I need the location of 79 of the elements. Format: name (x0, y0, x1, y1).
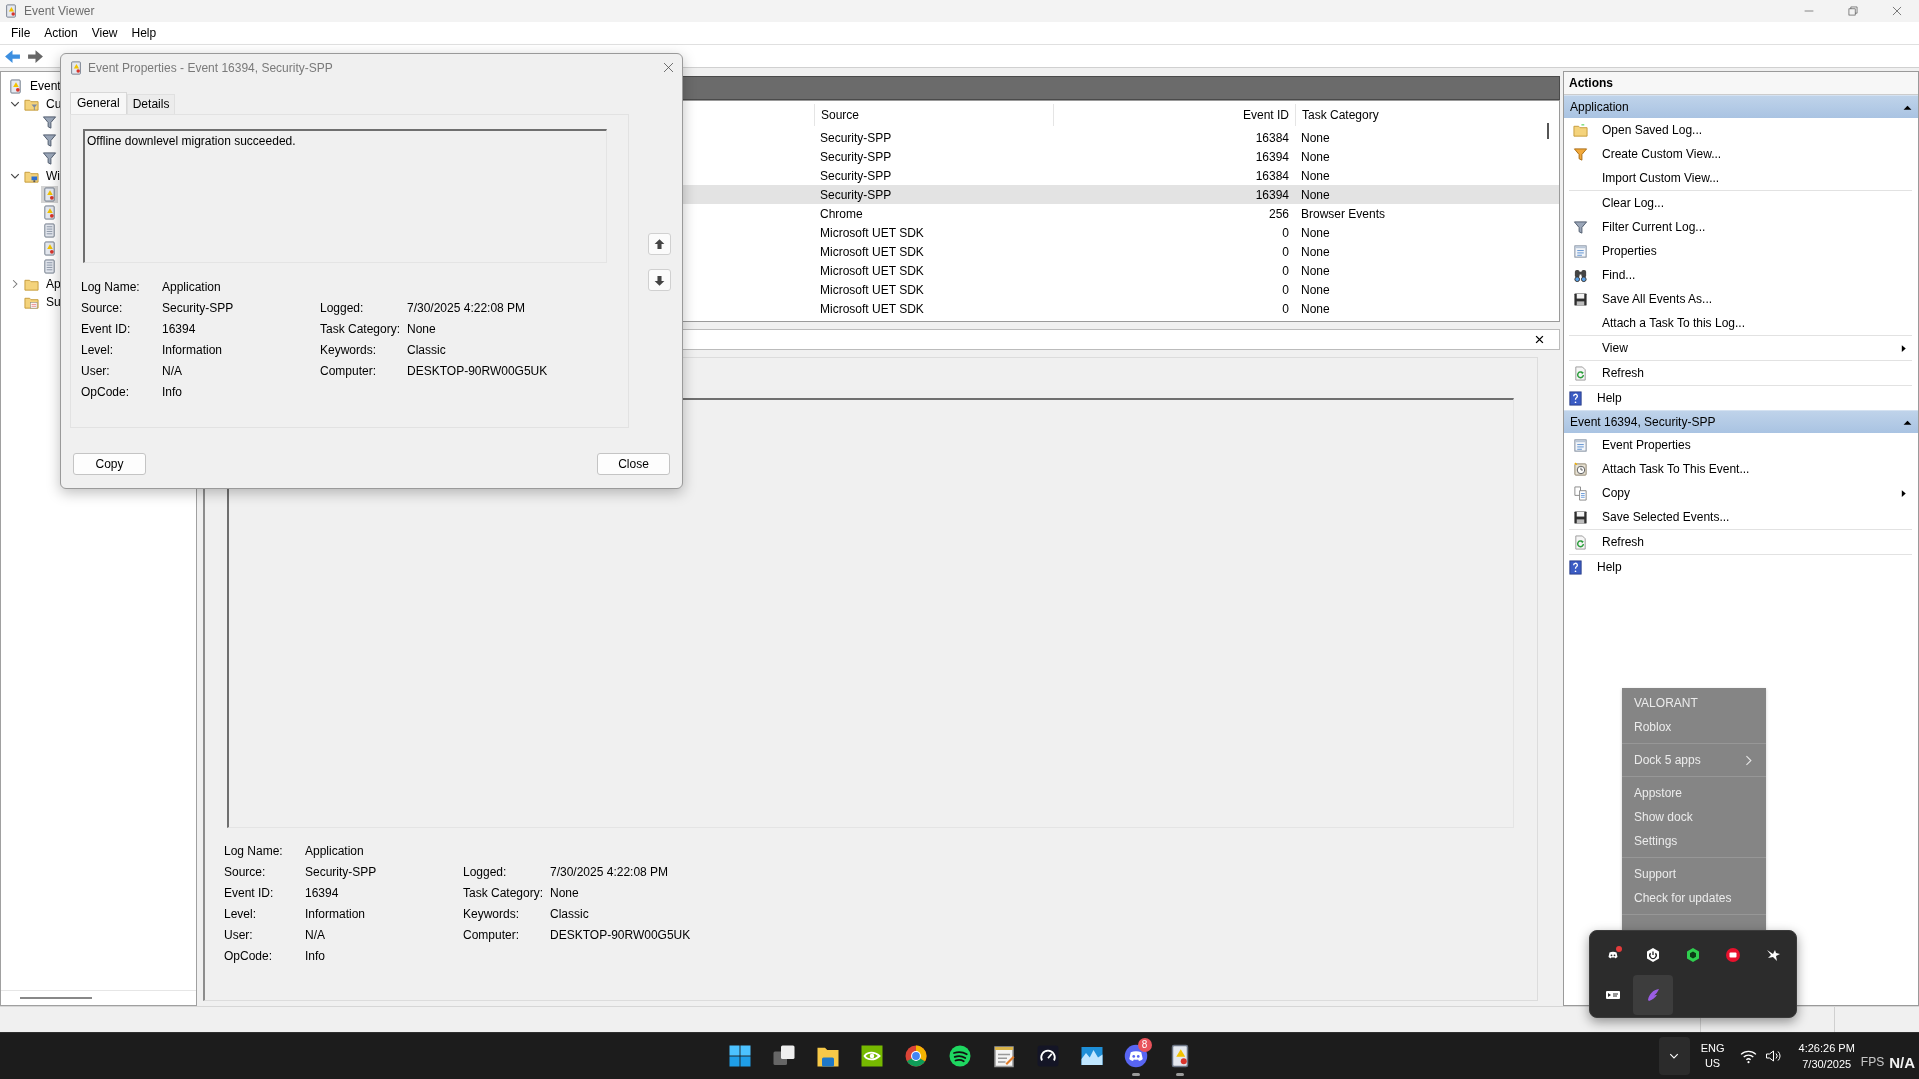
table-cell-text: None (1300, 129, 1331, 147)
field-label: Log Name: (81, 279, 141, 294)
field-label: Level: (81, 342, 115, 357)
table-cell-text: 0 (1281, 300, 1290, 318)
table-cell-text: None (1300, 281, 1331, 299)
dialog-title: Event Properties - Event 16394, Security-SPP (88, 60, 333, 75)
table-cell-text: Microsoft UET SDK (819, 300, 925, 318)
field-label: Computer: (320, 363, 378, 378)
table-cell-text: 0 (1281, 262, 1290, 280)
field-label: User: (81, 363, 111, 378)
field-value: Application (162, 279, 222, 294)
table-cell-text: Chrome (819, 205, 864, 223)
field-label: Logged: (320, 300, 365, 315)
table-cell-text: Security-SPP (819, 186, 893, 204)
table-cell-text: 16384 (1254, 129, 1290, 147)
field-value: Security-SPP (162, 300, 235, 315)
field-value: Security-SPP (305, 864, 378, 879)
field-value: 16394 (162, 321, 197, 336)
field-label: Task Category: (320, 321, 402, 336)
field-label: User: (224, 927, 254, 942)
field-value: 7/30/2025 4:22:08 PM (550, 864, 670, 879)
table-cell-text: Microsoft UET SDK (819, 262, 925, 280)
table-cell-text: None (1300, 262, 1331, 280)
table-cell-text: None (1300, 186, 1331, 204)
field-label: Keywords: (320, 342, 378, 357)
field-value: DESKTOP-90RW00G5UK (407, 363, 549, 378)
field-value: N/A (162, 363, 183, 378)
field-label: OpCode: (224, 948, 274, 963)
field-value: Info (305, 948, 326, 963)
field-label: Log Name: (224, 843, 284, 858)
field-label: Source: (224, 864, 267, 879)
table-cell-text: Security-SPP (819, 167, 893, 185)
field-label: Task Category: (463, 885, 545, 900)
fps-label: FPS (1860, 1055, 1885, 1069)
field-label: Computer: (463, 927, 521, 942)
table-cell-text: 0 (1281, 224, 1290, 242)
field-label: OpCode: (81, 384, 131, 399)
pane-title: Actions (1564, 72, 1918, 95)
message-box: Offline downlevel migration succeeded. (83, 129, 607, 263)
group-title: Application (1570, 100, 1630, 114)
table-cell-text: 0 (1281, 243, 1290, 261)
field-value: Info (162, 384, 183, 399)
field-value: Classic (407, 342, 447, 357)
table-cell-text: 16384 (1254, 167, 1290, 185)
table-cell-text: None (1300, 167, 1331, 185)
table-cell-text: 16394 (1254, 186, 1290, 204)
field-label: Source: (81, 300, 124, 315)
field-value: 7/30/2025 4:22:08 PM (407, 300, 527, 315)
table-cell-text: Microsoft UET SDK (819, 224, 925, 242)
table-cell-text: Microsoft UET SDK (819, 281, 925, 299)
field-value: None (407, 321, 437, 336)
field-value: DESKTOP-90RW00G5UK (550, 927, 692, 942)
field-value: Classic (550, 906, 590, 921)
field-label: Level: (224, 906, 258, 921)
table-cell-text: Security-SPP (819, 129, 893, 147)
table-cell-text: None (1300, 224, 1331, 242)
field-value: N/A (305, 927, 326, 942)
table-cell-text: None (1300, 300, 1331, 318)
notification-badge: 8 (1137, 1038, 1152, 1052)
field-value: Information (305, 906, 367, 921)
table-cell-text: 0 (1281, 281, 1290, 299)
window-title: Event Viewer (24, 4, 95, 18)
field-label: Event ID: (224, 885, 275, 900)
fps-value: N/A (1889, 1053, 1915, 1071)
table-cell-text: None (1300, 148, 1331, 166)
field-label: Keywords: (463, 906, 521, 921)
table-cell-text: 16394 (1254, 148, 1290, 166)
group-title: Event 16394, Security-SPP (1570, 415, 1717, 429)
field-label: Logged: (463, 864, 508, 879)
field-value: None (550, 885, 580, 900)
table-cell-text: None (1300, 243, 1331, 261)
field-value: Information (162, 342, 224, 357)
table-cell-text: Microsoft UET SDK (819, 243, 925, 261)
table-cell-text: 256 (1267, 205, 1290, 223)
table-cell-text: Browser Events (1300, 205, 1387, 223)
field-label: Event ID: (81, 321, 132, 336)
field-value: 16394 (305, 885, 340, 900)
table-cell-text: Security-SPP (819, 148, 893, 166)
field-value: Application (305, 843, 365, 858)
